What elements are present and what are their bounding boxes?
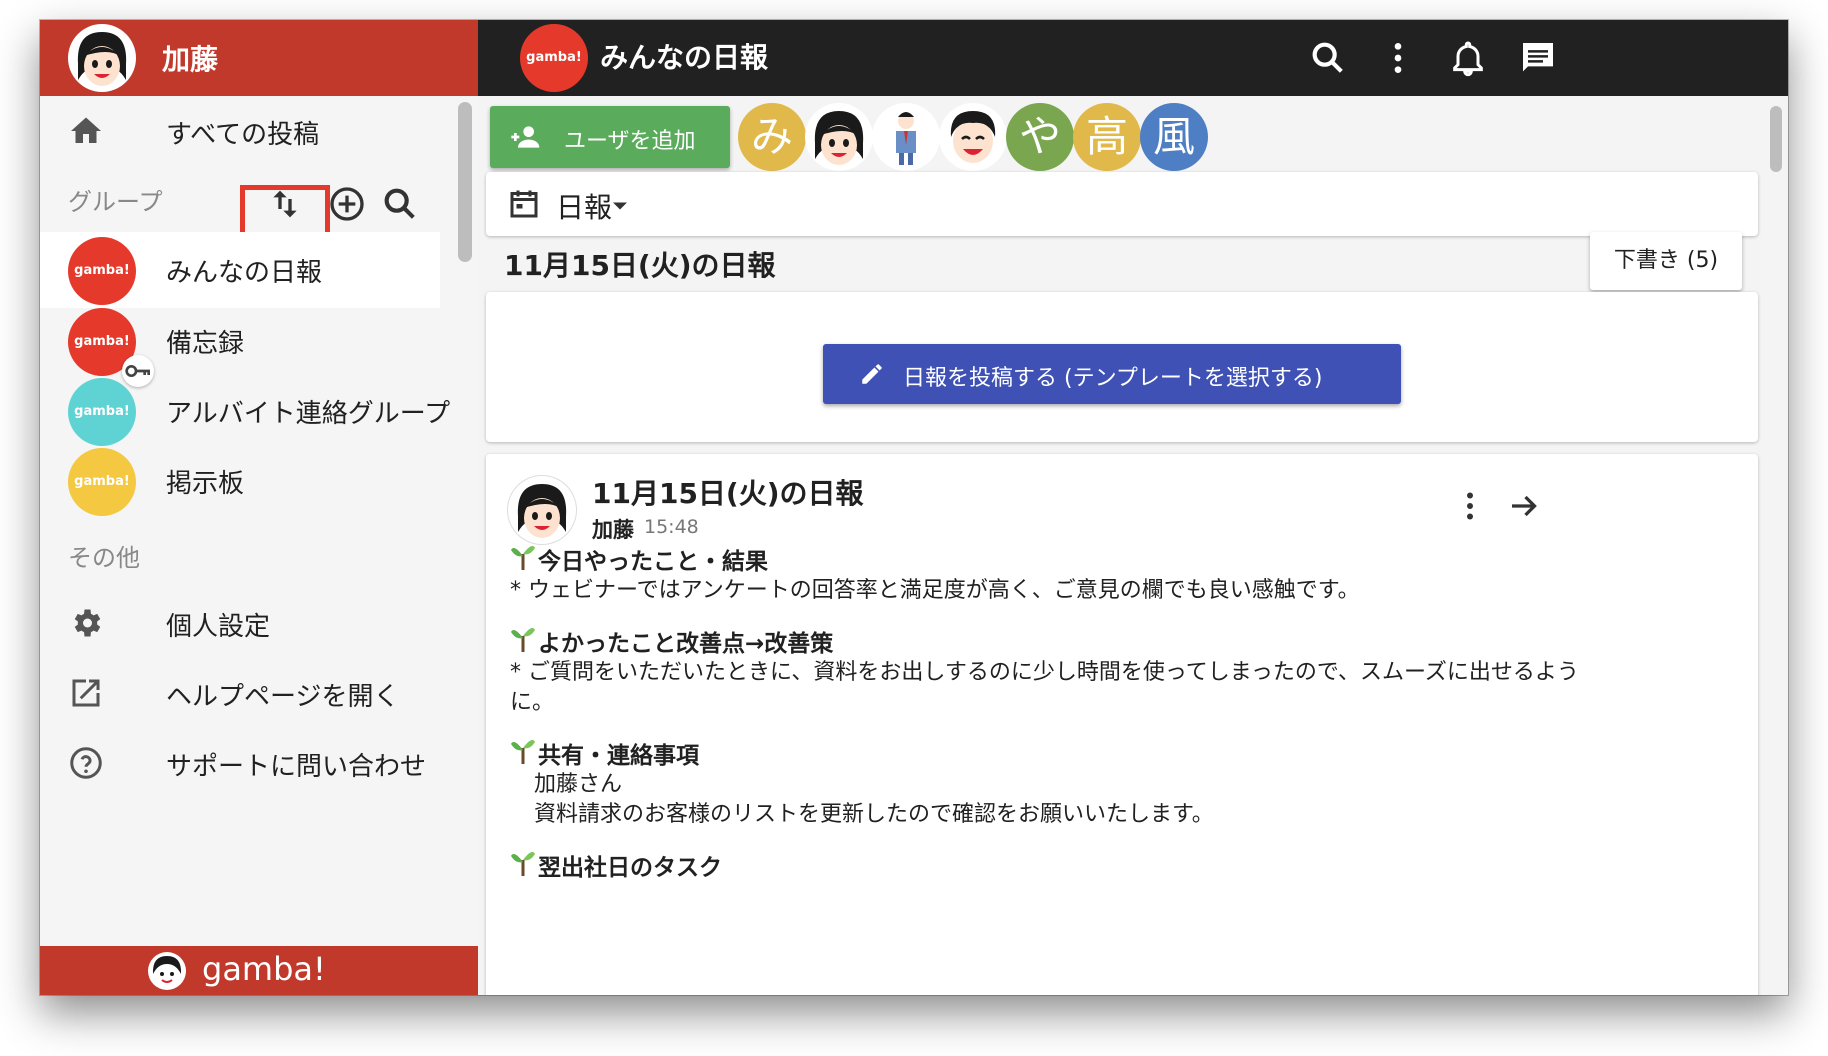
sidebar: 加藤 すべての投稿 グループ gamba! みんなの日報 gamba! 備忘録 [40, 20, 478, 995]
author-avatar[interactable] [508, 476, 576, 544]
section-heading: よかったこと改善点→改善策 [538, 631, 834, 657]
section-text: * ウェビナーではアンケートの回答率と満足度が高く、ご意見の欄でも良い感触です。 [510, 578, 1360, 603]
app-window: 加藤 すべての投稿 グループ gamba! みんなの日報 gamba! 備忘録 [40, 20, 1788, 995]
sprout-icon [511, 740, 535, 764]
businessman-icon [896, 112, 916, 165]
sprout-icon [511, 852, 535, 876]
face-icon [517, 484, 567, 538]
nav-settings-label: 個人設定 [166, 612, 271, 642]
nav-support[interactable]: サポートに問い合わせ [40, 728, 478, 798]
date-heading: 11月15日(火)の日報 [504, 249, 776, 282]
add-user-label: ユーザを追加 [564, 129, 696, 154]
calendar-icon [510, 190, 538, 218]
section-text: 加藤さん [534, 772, 623, 797]
member-avatar[interactable] [872, 103, 940, 171]
home-icon [71, 117, 101, 143]
report-card[interactable]: 11月15日(火)の日報 加藤 15:48 今日やったこと・結果 * ウェビナー… [486, 454, 1758, 995]
post-report-label: 日報を投稿する (テンプレートを選択する) [903, 366, 1323, 391]
face-icon [814, 111, 864, 165]
main-scrollbar[interactable] [1770, 106, 1782, 172]
main-content: ユーザを追加 み や 高 風 日報 11月15日(火)の日報 下書き (5) 日… [478, 96, 1788, 995]
nav-all-posts-label: すべての投稿 [166, 120, 320, 150]
nav-support-label: サポートに問い合わせ [166, 752, 427, 782]
member-avatar[interactable]: や [1006, 103, 1074, 171]
group-name: アルバイト連絡グループ [166, 399, 451, 429]
post-card: 日報を投稿する (テンプレートを選択する) [486, 292, 1758, 442]
nav-all-posts[interactable]: すべての投稿 [40, 96, 478, 166]
section-text: に。 [510, 690, 555, 715]
groups-section-label: グループ [68, 188, 163, 216]
face-icon [77, 32, 127, 86]
help-circle-icon [70, 747, 102, 779]
group-logo: gamba! [68, 378, 136, 446]
report-time: 15:48 [644, 516, 699, 538]
mascot-icon [148, 952, 186, 990]
add-group-icon[interactable] [327, 184, 367, 224]
group-name: みんなの日報 [166, 258, 323, 288]
pencil-icon [862, 364, 882, 384]
face-icon [950, 111, 996, 163]
group-item[interactable]: gamba! 備忘録 [40, 303, 440, 387]
report-type-label: 日報 [556, 191, 613, 224]
bell-icon[interactable] [1448, 38, 1488, 78]
search-icon[interactable] [1308, 38, 1348, 78]
sprout-icon [511, 546, 535, 570]
group-item[interactable]: gamba! 掲示板 [40, 443, 440, 519]
add-person-icon [511, 126, 540, 148]
section-heading: 今日やったこと・結果 [538, 549, 768, 575]
user-name: 加藤 [162, 43, 219, 76]
chat-icon[interactable] [1518, 38, 1558, 78]
post-report-button[interactable]: 日報を投稿する (テンプレートを選択する) [823, 344, 1401, 404]
report-type-selector[interactable]: 日報 [486, 172, 1758, 236]
sprout-icon [511, 628, 535, 652]
more-vert-icon[interactable] [1452, 488, 1488, 524]
sidebar-scrollbar[interactable] [458, 102, 472, 262]
section-heading: 共有・連絡事項 [538, 743, 699, 769]
other-section-label: その他 [68, 544, 140, 572]
nav-help-label: ヘルプページを開く [166, 682, 400, 712]
section-text: 資料請求のお客様のリストを更新したので確認をお願いいたします。 [534, 802, 1214, 827]
sidebar-footer: gamba! [40, 946, 478, 995]
add-user-button[interactable]: ユーザを追加 [490, 106, 730, 168]
sidebar-header: 加藤 [40, 20, 478, 96]
member-avatar[interactable] [805, 103, 873, 171]
open-external-icon [72, 679, 100, 707]
top-bar: gamba! みんなの日報 [478, 20, 1788, 96]
caret-down-icon [613, 202, 627, 210]
member-avatar[interactable]: 高 [1073, 103, 1141, 171]
user-avatar[interactable] [68, 24, 136, 92]
section-text: * ご質問をいただいたときに、資料をお出しするのに少し時間を使ってしまったので、… [510, 660, 1579, 685]
more-vert-icon[interactable] [1378, 38, 1418, 78]
page-title: みんなの日報 [600, 41, 769, 74]
group-logo: gamba! [520, 24, 588, 92]
nav-help[interactable]: ヘルプページを開く [40, 658, 478, 728]
group-name: 掲示板 [166, 469, 245, 499]
drafts-button[interactable]: 下書き (5) [1590, 232, 1742, 290]
gear-icon [74, 609, 101, 637]
group-item[interactable]: gamba! みんなの日報 [40, 232, 440, 308]
footer-brand: gamba! [202, 950, 326, 988]
search-group-icon[interactable] [380, 184, 420, 224]
nav-settings[interactable]: 個人設定 [40, 588, 478, 658]
group-logo: gamba! [68, 448, 136, 516]
report-title[interactable]: 11月15日(火)の日報 [592, 472, 864, 512]
section-heading: 翌出社日のタスク [538, 855, 722, 881]
group-name: 備忘録 [166, 329, 245, 359]
group-logo: gamba! [68, 237, 136, 305]
member-avatar[interactable]: み [738, 103, 806, 171]
report-author: 加藤 [592, 518, 634, 542]
member-avatar[interactable]: 風 [1140, 103, 1208, 171]
arrow-right-icon[interactable] [1506, 488, 1542, 524]
group-item[interactable]: gamba! アルバイト連絡グループ [40, 373, 450, 449]
member-avatar[interactable] [939, 103, 1007, 171]
